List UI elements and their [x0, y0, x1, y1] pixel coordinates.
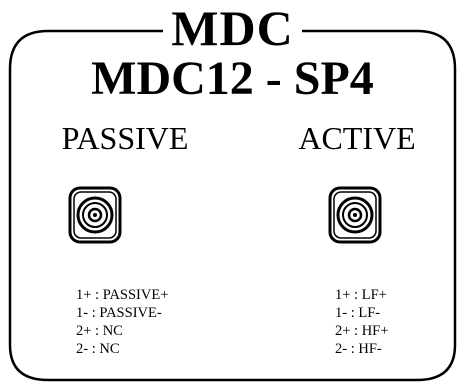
pin-row: 2+ : NC	[76, 323, 123, 339]
model-name: MDC12 - SP4	[91, 52, 374, 105]
pin-row: 1- : LF-	[335, 305, 381, 321]
pin-row: 1+ : LF+	[335, 287, 387, 303]
active-title: ACTIVE	[298, 120, 416, 156]
brand-logo: MDC	[0, 0, 465, 56]
passive-pinout: 1+ : PASSIVE+ 1- : PASSIVE- 2+ : NC 2- :…	[76, 286, 168, 358]
pin-row: 1- : PASSIVE-	[76, 305, 162, 321]
active-pinout: 1+ : LF+ 1- : LF- 2+ : HF+ 2- : HF-	[335, 286, 388, 358]
pin-row: 2- : HF-	[335, 341, 382, 357]
pin-row: 2+ : HF+	[335, 323, 389, 339]
active-speakon-connector-icon	[328, 186, 382, 244]
passive-title: PASSIVE	[61, 120, 189, 156]
pin-row: 2- : NC	[76, 341, 120, 357]
passive-speakon-connector-icon	[68, 186, 122, 244]
pin-row: 1+ : PASSIVE+	[76, 287, 169, 303]
